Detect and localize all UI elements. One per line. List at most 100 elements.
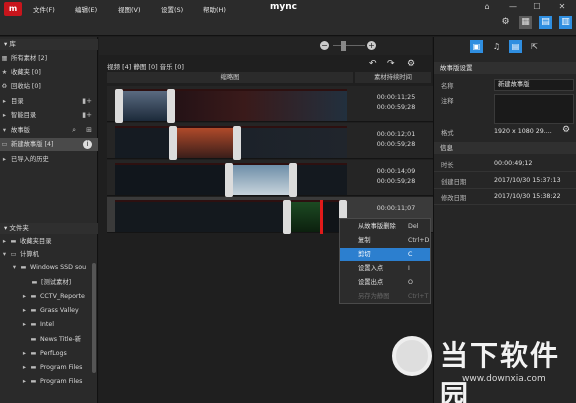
menu-item-delete[interactable]: 从故事版删除 Del bbox=[340, 220, 430, 233]
add-smart-folder-icon[interactable]: ▮+ bbox=[82, 109, 92, 122]
chevron-right-icon: ▸ bbox=[2, 156, 7, 163]
tree-item-label: Program Files bbox=[40, 364, 83, 371]
menu-item-copy[interactable]: 复制 Ctrl+D bbox=[340, 234, 430, 247]
menu-item-set-in[interactable]: 设置入点 I bbox=[340, 262, 430, 275]
menu-item-save-still: 另存为静图 Ctrl+T bbox=[340, 290, 430, 303]
tree-item-label: Grass Valley bbox=[40, 307, 79, 314]
close-button[interactable]: ✕ bbox=[555, 1, 569, 13]
music-icon[interactable]: ♫ bbox=[490, 40, 503, 53]
tree-item-folder[interactable]: ▸ ▬ PerfLogs bbox=[0, 347, 98, 360]
list-icon[interactable]: ▤ bbox=[509, 40, 522, 53]
title-bar: m 文件(F) 编辑(E) 视图(V) 设置(S) 帮助(H) mync ⌂ —… bbox=[0, 0, 576, 36]
export-icon[interactable]: ⇱ bbox=[528, 40, 541, 53]
frame bbox=[115, 165, 233, 195]
menu-item-label: 设置入点 bbox=[358, 265, 384, 272]
menu-help[interactable]: 帮助(H) bbox=[203, 4, 226, 14]
zoom-slider[interactable] bbox=[333, 45, 365, 46]
menu-view[interactable]: 视图(V) bbox=[118, 4, 141, 14]
home-icon[interactable]: ⌂ bbox=[480, 1, 494, 13]
gear-icon[interactable]: ⚙ bbox=[562, 125, 570, 135]
in-point-handle[interactable] bbox=[115, 89, 123, 123]
out-point-handle[interactable] bbox=[233, 126, 241, 160]
tree-item-folder[interactable]: ▸ ▬ Intel bbox=[0, 318, 98, 331]
gear-icon[interactable]: ⚙ bbox=[499, 16, 512, 29]
maximize-button[interactable]: ☐ bbox=[530, 1, 544, 13]
info-icon[interactable]: i bbox=[83, 140, 92, 149]
duration-label: 时长 bbox=[441, 162, 454, 169]
zoom-slider-handle[interactable] bbox=[341, 41, 346, 51]
frame bbox=[115, 128, 177, 158]
watermark-logo bbox=[392, 336, 432, 376]
format-value: 1920 x 1080 29.... bbox=[494, 128, 552, 135]
playhead[interactable] bbox=[320, 200, 323, 234]
menu-file[interactable]: 文件(F) bbox=[33, 4, 55, 14]
library-item-label: 所有素材 [2] bbox=[11, 55, 48, 62]
layout-icon[interactable]: ▦ bbox=[519, 16, 532, 29]
folder-item-smart[interactable]: ▸ 智能目录 ▮+ bbox=[0, 109, 98, 122]
tree-item-drive[interactable]: ▾ ▬ Windows SSD sou bbox=[0, 261, 98, 274]
zoom-bar: − + bbox=[99, 37, 432, 55]
computer-icon: ▭ bbox=[10, 251, 17, 258]
menu-item-label: 剪切 bbox=[358, 251, 371, 258]
menu-settings[interactable]: 设置(S) bbox=[161, 4, 183, 14]
tree-item-favorites-dir[interactable]: ▸ ▬ 收藏夹目录 bbox=[0, 235, 98, 248]
menu-item-set-out[interactable]: 设置出点 O bbox=[340, 276, 430, 289]
thumbnail-strip bbox=[115, 126, 347, 160]
folder-item-catalog[interactable]: ▸ 目录 ▮+ bbox=[0, 95, 98, 108]
shortcut-label: O bbox=[408, 279, 413, 286]
clip-duration: 00:00:59;28 bbox=[376, 104, 416, 111]
format-label: 格式 bbox=[441, 130, 454, 137]
tree-item-label: Intel bbox=[40, 321, 54, 328]
note-label: 注释 bbox=[441, 98, 454, 105]
search-icon[interactable]: ⌕ bbox=[72, 124, 76, 137]
table-row[interactable]: 00:00:14;09 00:00:59;28 bbox=[107, 160, 433, 197]
zoom-out-icon[interactable]: − bbox=[320, 41, 329, 50]
divider bbox=[434, 204, 576, 205]
imported-history[interactable]: ▸ 已导入的历史 bbox=[0, 153, 98, 166]
note-field[interactable] bbox=[494, 94, 574, 124]
library-header[interactable]: ▾ 库 bbox=[0, 39, 98, 50]
name-field[interactable]: 新建故事版 bbox=[494, 79, 574, 91]
in-point-handle[interactable] bbox=[169, 126, 177, 160]
out-point-handle[interactable] bbox=[289, 163, 297, 197]
watermark: 当下软件园 www.downxia.com bbox=[392, 330, 576, 403]
library-item-all[interactable]: ▦ 所有素材 [2] bbox=[0, 52, 98, 65]
redo-icon[interactable]: ↷ bbox=[387, 59, 395, 69]
library-item-trash[interactable]: ♻ 回收站 [0] bbox=[0, 80, 98, 93]
add-storyboard-icon[interactable]: ⊞ bbox=[86, 124, 92, 137]
undo-icon[interactable]: ↶ bbox=[369, 59, 377, 69]
tree-item-computer[interactable]: ▾ ▭ 计算机 bbox=[0, 248, 98, 261]
panel-icon[interactable]: ▤ bbox=[539, 16, 552, 29]
tree-item-folder[interactable]: ▸ ▬ Program Files bbox=[0, 361, 98, 374]
menu-item-label: 从故事版删除 bbox=[358, 223, 396, 230]
tree-item-folder[interactable]: ▸ ▬ CCTV_Reporte bbox=[0, 290, 98, 303]
out-point-handle[interactable] bbox=[167, 89, 175, 123]
duration-value: 00:00:49;12 bbox=[494, 160, 533, 167]
panel-alt-icon[interactable]: ▥ bbox=[559, 16, 572, 29]
folder-icon: ▬ bbox=[30, 293, 37, 300]
minimize-button[interactable]: — bbox=[506, 1, 520, 13]
storyboard-header[interactable]: ▾ 故事版 ⌕ ⊞ bbox=[0, 124, 98, 137]
media-tabs[interactable]: 视频 [4] 静图 [0] 音乐 [0] bbox=[107, 61, 184, 71]
in-point-handle[interactable] bbox=[283, 200, 291, 234]
tree-item-folder[interactable]: ▬ News Title-新 bbox=[0, 333, 98, 346]
tree-item-folder[interactable]: ▸ ▬ Program Files bbox=[0, 375, 98, 388]
tree-item-folder[interactable]: ▸ ▬ Grass Valley bbox=[0, 304, 98, 317]
gear-icon[interactable]: ⚙ bbox=[407, 59, 415, 69]
menu-edit[interactable]: 编辑(E) bbox=[75, 4, 97, 14]
storyboard-tab-icon[interactable]: ▣ bbox=[470, 40, 483, 53]
add-folder-icon[interactable]: ▮+ bbox=[82, 95, 92, 108]
files-header-label: 文件夹 bbox=[9, 224, 29, 232]
storyboard-item-new[interactable]: ▭ 新建故事版 [4] i bbox=[0, 138, 98, 151]
library-item-favorites[interactable]: ★ 收藏夹 [0] bbox=[0, 66, 98, 79]
divider bbox=[434, 188, 576, 189]
in-point-handle[interactable] bbox=[225, 163, 233, 197]
menu-item-cut[interactable]: 剪切 C bbox=[340, 248, 430, 261]
tree-scrollbar[interactable] bbox=[92, 263, 96, 373]
zoom-in-icon[interactable]: + bbox=[367, 41, 376, 50]
library-item-label: 回收站 [0] bbox=[11, 83, 41, 90]
table-row[interactable]: 00:00:12;01 00:00:59;28 bbox=[107, 123, 433, 160]
table-row[interactable]: 00:00:11;25 00:00:59;28 bbox=[107, 86, 433, 123]
tree-item-folder[interactable]: ▬ [测试素材] bbox=[0, 276, 98, 289]
tree-item-label: 收藏夹目录 bbox=[20, 238, 52, 245]
